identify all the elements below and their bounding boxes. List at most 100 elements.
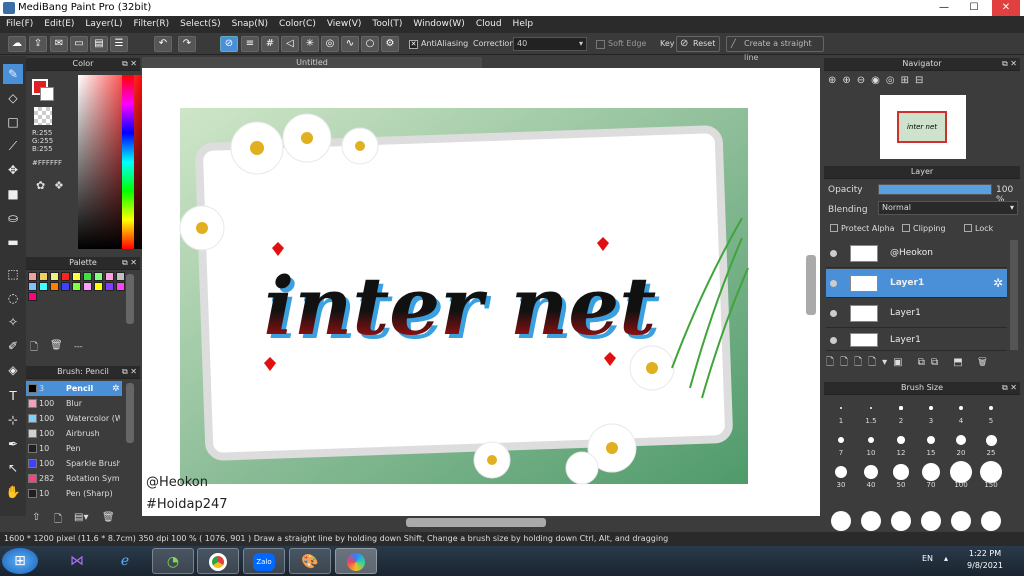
snap-ellipse-icon[interactable]: ○: [361, 36, 379, 52]
palette-swatch[interactable]: [94, 282, 103, 291]
select-eraser-icon[interactable]: ◈: [3, 360, 23, 380]
eye-icon[interactable]: [830, 310, 837, 317]
eye-icon[interactable]: [830, 280, 837, 287]
brush-add-icon[interactable]: ⇧: [32, 512, 40, 523]
reset-button[interactable]: ⊘ Reset: [676, 36, 720, 52]
menu-view[interactable]: View(V): [321, 16, 367, 29]
antialiasing-checkbox[interactable]: ✕: [409, 40, 418, 49]
brush-scrollbar[interactable]: [126, 383, 134, 443]
brush-size-option[interactable]: 10: [857, 429, 885, 457]
brush-item[interactable]: 3 Pencil: [26, 381, 122, 396]
snap-curve-icon[interactable]: ∿: [341, 36, 359, 52]
eraser-tool-icon[interactable]: ◇: [3, 88, 23, 108]
popout-icon[interactable]: ⧉ ✕: [1002, 58, 1017, 70]
brush-item[interactable]: 100 Airbrush: [26, 426, 122, 441]
navigator-zoom-icons[interactable]: ⊕⊕⊖◉◎⊞⊟: [828, 75, 929, 86]
correction-select[interactable]: 40 ▾: [513, 37, 587, 51]
brush-size-option[interactable]: 4: [947, 397, 975, 425]
transparent-swatch[interactable]: [34, 107, 52, 125]
brush-size-option[interactable]: 70: [917, 461, 945, 489]
menu-color[interactable]: Color(C): [273, 16, 321, 29]
snap-perspective-icon[interactable]: ◁: [281, 36, 299, 52]
comment-icon[interactable]: ✉: [50, 36, 68, 52]
line-tool-icon[interactable]: ⟋: [3, 136, 23, 156]
menu-edit[interactable]: Edit(E): [38, 16, 79, 29]
menu-window[interactable]: Window(W): [407, 16, 469, 29]
brush-size-option[interactable]: 3: [917, 397, 945, 425]
brush-size-option[interactable]: 15: [917, 429, 945, 457]
palette-swatch[interactable]: [61, 272, 70, 281]
brush-menu-icon[interactable]: ▤▾: [74, 512, 88, 523]
palette-swatch[interactable]: [61, 282, 70, 291]
palette-swatch[interactable]: [116, 272, 125, 281]
zalo-icon[interactable]: Zalo: [243, 548, 285, 574]
palette-swatch[interactable]: [94, 272, 103, 281]
menu-filter[interactable]: Filter(R): [128, 16, 175, 29]
gradient-tool-icon[interactable]: ▬: [3, 232, 23, 252]
layer-row[interactable]: Layer1: [826, 299, 1007, 328]
snap-off-icon[interactable]: ⊘: [220, 36, 238, 52]
menu-help[interactable]: Help: [507, 16, 539, 29]
brush-size-option[interactable]: 150: [977, 461, 1005, 489]
eyedropper-icon[interactable]: ✒: [3, 434, 23, 454]
snap-radial-icon[interactable]: ✳: [301, 36, 319, 52]
menu-tool[interactable]: Tool(T): [366, 16, 407, 29]
document-icon[interactable]: ▤: [90, 36, 108, 52]
brush-size-option[interactable]: 7: [827, 429, 855, 457]
layer-actions[interactable]: 🗋🗋🗋🗋▾▣ ⧉⧉ ⬒ 🗑: [826, 355, 1018, 373]
close-button[interactable]: ✕: [992, 0, 1020, 16]
eye-icon[interactable]: [830, 250, 837, 257]
add-palette-icon[interactable]: 🗋: [30, 340, 38, 357]
layer-scrollbar[interactable]: [1010, 240, 1018, 350]
layer-row[interactable]: @Heokon: [826, 239, 1007, 268]
visual-studio-icon[interactable]: ⋈: [56, 548, 98, 574]
protect-alpha-checkbox[interactable]: [830, 224, 838, 232]
paint-icon[interactable]: 🎨: [289, 548, 331, 574]
ie-icon[interactable]: ℯ: [104, 548, 146, 574]
brush-item[interactable]: 10 Pen: [26, 441, 122, 456]
menu-layer[interactable]: Layer(L): [79, 16, 127, 29]
brush-settings-gear-icon[interactable]: ✲: [112, 384, 120, 394]
canvas-area[interactable]: inter net inter net @Heokon #Hoidap247: [142, 68, 820, 516]
color-set-icon[interactable]: ❖: [54, 179, 64, 192]
palette-swatch[interactable]: [28, 272, 37, 281]
undo-icon[interactable]: ↶: [154, 36, 172, 52]
magic-wand-icon[interactable]: ✧: [3, 312, 23, 332]
saturation-picker[interactable]: [78, 75, 144, 249]
canvas-hscroll[interactable]: [406, 518, 546, 527]
divide-tool-icon[interactable]: ⊹: [3, 410, 23, 430]
layer-row[interactable]: Layer1: [826, 329, 1007, 351]
minimize-button[interactable]: —: [930, 0, 958, 16]
move-tool-icon[interactable]: ✥: [3, 160, 23, 180]
fill-rect-tool-icon[interactable]: ■: [3, 184, 23, 204]
lock-checkbox[interactable]: [964, 224, 972, 232]
brush-size-option[interactable]: 1: [827, 397, 855, 425]
palette-swatch[interactable]: [83, 282, 92, 291]
palette-swatch[interactable]: [28, 292, 37, 301]
brush-item[interactable]: 100 Watercolor (W: [26, 411, 122, 426]
snap-circle-icon[interactable]: ◎: [321, 36, 339, 52]
select-pen-icon[interactable]: ✐: [3, 336, 23, 356]
brush-size-option[interactable]: 12: [887, 429, 915, 457]
brush-size-option[interactable]: 1.5: [857, 397, 885, 425]
palette-swatch[interactable]: [39, 272, 48, 281]
brush-size-option[interactable]: 2: [887, 397, 915, 425]
hue-slider[interactable]: [122, 75, 134, 249]
secondary-color-swatch[interactable]: [40, 87, 54, 101]
language-indicator[interactable]: EN: [922, 554, 933, 563]
brush-tool-icon[interactable]: ✎: [3, 64, 23, 84]
palette-swatch[interactable]: [39, 282, 48, 291]
eye-icon[interactable]: [830, 337, 837, 344]
delete-palette-icon[interactable]: 🗑: [50, 340, 63, 351]
brush-delete-icon[interactable]: 🗑: [102, 512, 115, 523]
maximize-button[interactable]: ☐: [960, 0, 988, 16]
snap-settings-icon[interactable]: ⚙: [381, 36, 399, 52]
brush-size-option[interactable]: 100: [947, 461, 975, 489]
menu-select[interactable]: Select(S): [174, 16, 226, 29]
brush-size-option[interactable]: 5: [977, 397, 1005, 425]
navigator-thumbnail[interactable]: inter net: [880, 95, 966, 159]
popout-icon[interactable]: ⧉ ✕: [1002, 382, 1017, 394]
brush-item[interactable]: 100 Sparkle Brush: [26, 456, 122, 471]
brush-size-option[interactable]: 20: [947, 429, 975, 457]
snap-grid-icon[interactable]: #: [261, 36, 279, 52]
